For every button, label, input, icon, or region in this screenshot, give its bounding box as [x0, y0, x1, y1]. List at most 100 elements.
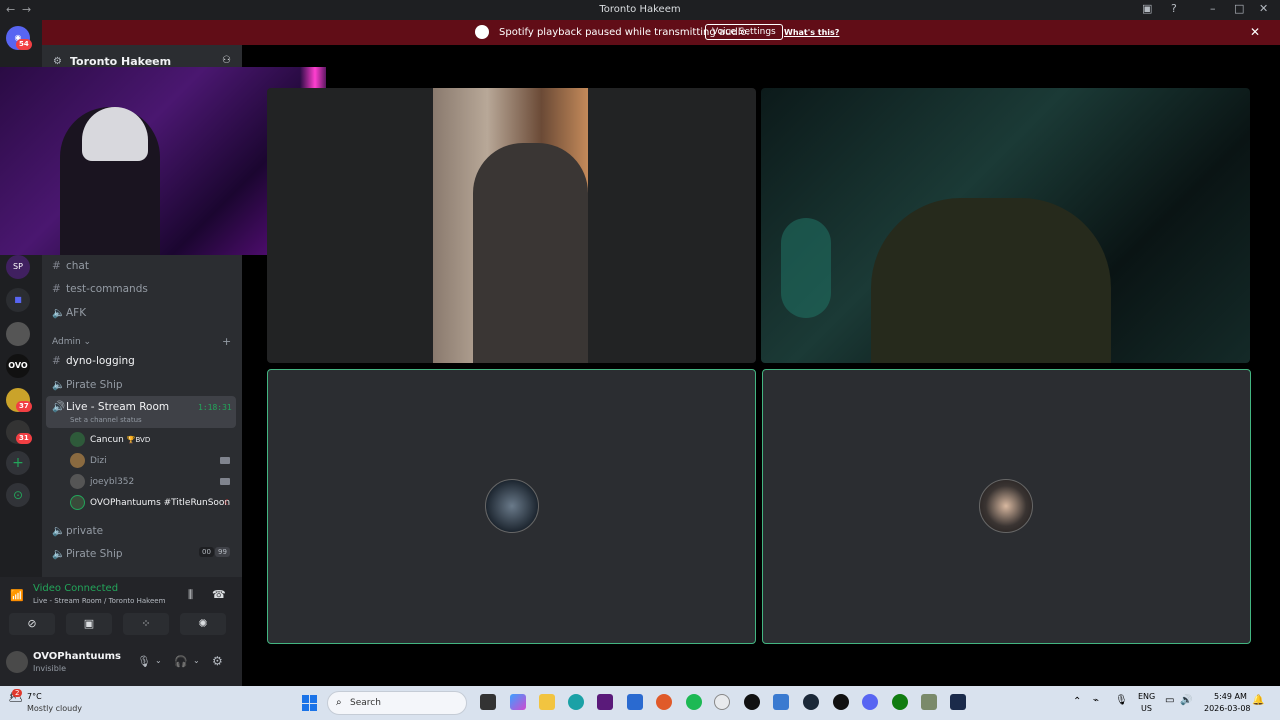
app-icon[interactable]	[833, 694, 849, 710]
share-screen-button[interactable]: ▣	[66, 613, 112, 635]
chevron-down-icon[interactable]: ⌄	[155, 656, 162, 665]
folder-icon[interactable]: ■	[6, 288, 30, 312]
copilot-icon[interactable]	[510, 694, 526, 710]
ovo-server-icon[interactable]: OVO	[6, 354, 30, 378]
invite-people-icon[interactable]: ⚇	[222, 55, 231, 66]
close-window-icon[interactable]: ✕	[1259, 2, 1268, 15]
clock-time[interactable]: 5:49 AM	[1214, 692, 1247, 701]
add-server-icon[interactable]: +	[6, 451, 30, 475]
channel-label: chat	[66, 260, 89, 272]
disconnect-icon[interactable]: ☎	[212, 588, 226, 601]
app-icon[interactable]	[744, 694, 760, 710]
xbox-icon[interactable]	[892, 694, 908, 710]
voice-tile-speaking[interactable]	[762, 369, 1251, 644]
discover-icon[interactable]: ⊙	[6, 483, 30, 507]
channel-label: dyno-logging	[66, 355, 135, 367]
voice-user-ovophantuums[interactable]: OVOPhantuums #TitleRunSoon	[70, 495, 230, 510]
username[interactable]: OVOPhantuums	[33, 651, 121, 662]
soundboard-icon: ✺	[198, 617, 208, 630]
channel-chat[interactable]: # chat	[52, 260, 89, 272]
volume-icon[interactable]: 🔊	[1180, 695, 1192, 706]
notification-badge: 31	[16, 433, 32, 444]
search-label: Search	[350, 698, 381, 708]
edge-icon[interactable]	[568, 694, 584, 710]
chevron-down-icon[interactable]: ⌄	[193, 656, 200, 665]
clock-date[interactable]: 2026-03-08	[1204, 704, 1251, 713]
spotify-taskbar-icon[interactable]	[686, 694, 702, 710]
channel-live-stream-label[interactable]: 🔊Live - Stream Room	[52, 400, 169, 413]
steam-icon[interactable]	[803, 694, 819, 710]
help-icon[interactable]: ?	[1171, 2, 1177, 15]
channel-private[interactable]: 🔈private	[52, 524, 103, 537]
channel-pirate-ship-2[interactable]: 🔈Pirate Ship	[52, 547, 123, 560]
taskbar-search-box[interactable]: ⌕ Search	[327, 691, 467, 715]
language-label[interactable]: ENG	[1138, 692, 1155, 701]
app-icon[interactable]	[656, 694, 672, 710]
weather-desc[interactable]: Mostly cloudy	[27, 704, 82, 713]
chevron-up-icon[interactable]: ⌃	[1073, 696, 1081, 707]
search-icon: ⌕	[336, 697, 342, 708]
notification-badge: 37	[16, 401, 32, 412]
microphone-icon[interactable]: 🎙	[137, 655, 151, 668]
video-camera-icon	[220, 457, 230, 464]
server-icon[interactable]	[6, 322, 30, 346]
activities-button[interactable]: ⁘	[123, 613, 169, 635]
voice-user-joeybl352[interactable]: joeybl352	[70, 474, 134, 489]
channel-status-prompt[interactable]: Set a channel status	[70, 416, 142, 424]
moon-icon: ☾	[224, 498, 232, 507]
voice-location[interactable]: Live - Stream Room / Toronto Hakeem	[33, 597, 165, 605]
channel-dyno-logging[interactable]: # dyno-logging	[52, 355, 135, 367]
speaker-icon: 🔈	[52, 548, 66, 560]
chrome-icon[interactable]	[714, 694, 730, 710]
toggle-camera-button[interactable]: ⊘	[9, 613, 55, 635]
channel-test-commands[interactable]: # test-commands	[52, 283, 148, 295]
app-icon[interactable]	[921, 694, 937, 710]
noise-suppression-icon[interactable]: ⫼	[188, 588, 193, 602]
soundboard-button[interactable]: ✺	[180, 613, 226, 635]
windows-start-icon[interactable]	[302, 695, 318, 711]
connection-signal-icon[interactable]: 📶	[10, 589, 24, 602]
speaker-icon: 🔈	[52, 525, 66, 537]
display-icon[interactable]: ▭	[1165, 695, 1174, 706]
network-icon[interactable]: ⌁	[1093, 695, 1099, 706]
maximize-icon[interactable]: □	[1234, 2, 1244, 15]
headphones-icon[interactable]: 🎧	[174, 655, 188, 668]
voice-tile-speaking[interactable]	[267, 369, 756, 644]
minimize-icon[interactable]: –	[1210, 2, 1216, 15]
user-avatar[interactable]	[6, 651, 28, 673]
video-camera-icon	[220, 478, 230, 485]
inbox-icon[interactable]: ▣	[1142, 2, 1152, 15]
title-bar: ← → Toronto Hakeem ▣ ? – □ ✕	[0, 0, 1280, 20]
notifications-icon[interactable]: 🔔	[1252, 695, 1264, 706]
voice-user-cancun[interactable]: Cancun 🏆BVD	[70, 432, 150, 447]
region-label[interactable]: US	[1141, 704, 1152, 713]
person-hoodie	[473, 143, 588, 363]
file-explorer-icon[interactable]	[539, 694, 555, 710]
screen-share-icon: ▣	[83, 617, 95, 630]
channel-pirate-ship[interactable]: 🔈Pirate Ship	[52, 378, 123, 391]
whats-this-link[interactable]: What's this?	[784, 28, 839, 37]
app-icon[interactable]	[773, 694, 789, 710]
avatar	[70, 474, 85, 489]
chevron-down-icon[interactable]: ⌄	[147, 55, 155, 65]
weather-temp[interactable]: 7°C	[27, 692, 42, 701]
channel-label: private	[66, 525, 104, 537]
app-icon[interactable]	[627, 694, 643, 710]
task-view-icon[interactable]	[480, 694, 496, 710]
create-channel-icon[interactable]: +	[222, 335, 231, 348]
user-avatar	[979, 479, 1033, 533]
voice-user-dizi[interactable]: Dizi	[70, 453, 107, 468]
server-icon[interactable]: SP	[6, 255, 30, 279]
app-icon[interactable]	[597, 694, 613, 710]
video-connected-status[interactable]: Video Connected	[33, 583, 118, 594]
video-tile-user-camera[interactable]	[267, 88, 756, 363]
voice-settings-button[interactable]: Voice Settings	[705, 24, 783, 40]
app-icon[interactable]	[950, 694, 966, 710]
category-admin[interactable]: Admin ⌄	[52, 337, 91, 347]
close-banner-icon[interactable]: ✕	[1250, 25, 1260, 39]
user-settings-gear-icon[interactable]: ⚙	[212, 654, 223, 668]
video-tile-user-camera[interactable]	[761, 88, 1250, 363]
microphone-icon[interactable]: 🎙	[1115, 695, 1128, 706]
channel-afk[interactable]: 🔈AFK	[52, 306, 86, 319]
discord-taskbar-icon[interactable]	[862, 694, 878, 710]
